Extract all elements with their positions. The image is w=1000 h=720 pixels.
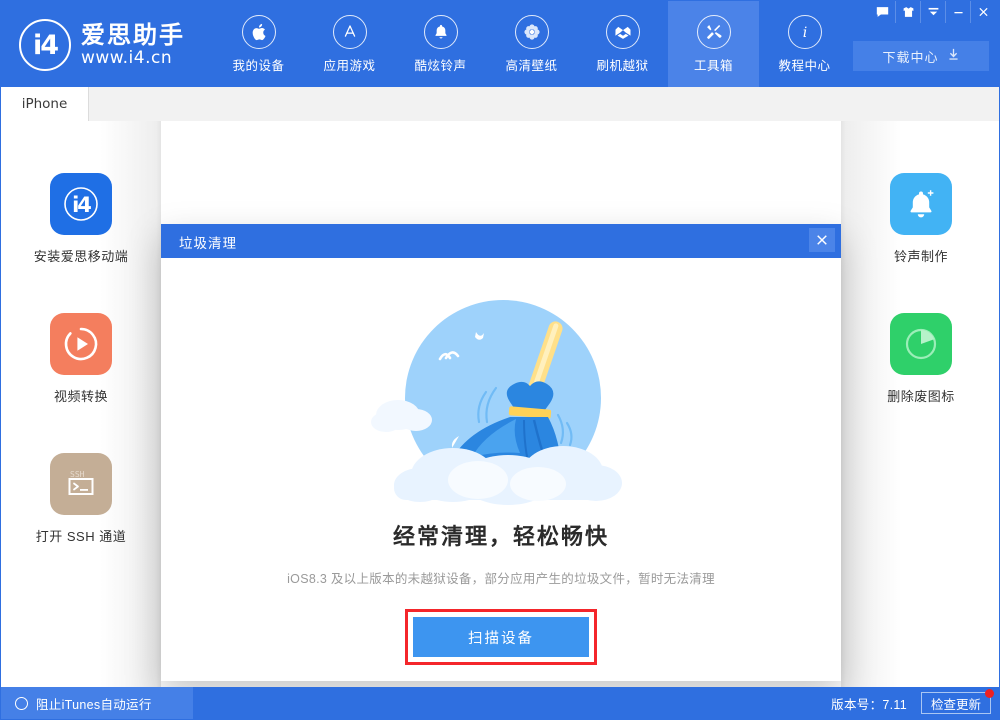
update-badge-dot — [985, 689, 994, 698]
dialog-title: 垃圾清理 — [179, 232, 237, 252]
tab-iphone[interactable]: iPhone — [1, 87, 89, 121]
info-icon: i — [788, 15, 822, 49]
pie-clean-icon — [890, 313, 952, 375]
tool-label: 铃声制作 — [894, 246, 948, 265]
nav-item-tutorials[interactable]: i 教程中心 — [759, 1, 850, 87]
svg-text:SSH: SSH — [70, 470, 85, 479]
nav-label: 教程中心 — [778, 55, 830, 74]
tool-label: 打开 SSH 通道 — [36, 526, 126, 545]
dialog-title-bar: 垃圾清理 — [161, 224, 841, 258]
nav-item-ringtones[interactable]: 酷炫铃声 — [395, 1, 486, 87]
dialog-close-icon[interactable] — [809, 228, 835, 252]
check-update-button[interactable]: 检查更新 — [921, 692, 991, 714]
svg-text:i: i — [802, 25, 807, 41]
nav-label: 高清壁纸 — [505, 55, 557, 74]
feedback-icon[interactable] — [870, 1, 895, 23]
device-tabs: iPhone — [1, 87, 1000, 121]
junk-cleanup-dialog: 垃圾清理 — [161, 224, 841, 681]
tool-label: 视频转换 — [54, 386, 108, 405]
brand-name: 爱思助手 — [81, 22, 185, 50]
nav-label: 刷机越狱 — [596, 55, 648, 74]
dialog-heading: 经常清理，轻松畅快 — [393, 519, 609, 551]
version-label: 版本号：7.11 — [831, 694, 907, 713]
ssh-terminal-icon: SSH — [50, 453, 112, 515]
minimize-to-tray-icon[interactable] — [920, 1, 945, 23]
status-bar: 阻止iTunes自动运行 版本号：7.11 检查更新 — [1, 687, 1000, 719]
left-tool-panel: i4 安装爱思移动端 视频转换 SSH — [1, 121, 161, 698]
dialog-subtitle: iOS8.3 及以上版本的未越狱设备，部分应用产生的垃圾文件，暂时无法清理 — [287, 568, 715, 587]
download-center-label: 下载中心 — [882, 47, 938, 66]
scan-button-highlight: 扫描设备 — [405, 609, 597, 665]
appstore-icon — [333, 15, 367, 49]
app-header: i4 爱思助手 www.i4.cn 我的设备 应用游戏 — [1, 1, 1000, 87]
tool-open-ssh-tunnel[interactable]: SSH 打开 SSH 通道 — [1, 453, 161, 545]
brand-logo-icon: i4 — [19, 19, 71, 71]
bell-plus-icon — [890, 173, 952, 235]
tool-delete-broken-icons[interactable]: 删除废图标 — [841, 313, 1000, 405]
tool-label: 安装爱思移动端 — [34, 246, 129, 265]
tool-label: 删除废图标 — [887, 386, 955, 405]
apple-icon — [242, 15, 276, 49]
broom-cleaning-illustration — [358, 280, 644, 513]
brand: i4 爱思助手 www.i4.cn — [19, 19, 185, 71]
check-update-label: 检查更新 — [931, 694, 981, 713]
nav-label: 酷炫铃声 — [414, 55, 466, 74]
status-right-group: 版本号：7.11 检查更新 — [831, 687, 991, 719]
nav-item-toolbox[interactable]: 工具箱 — [668, 1, 759, 87]
box-icon — [606, 15, 640, 49]
main-nav: 我的设备 应用游戏 酷炫铃声 — [213, 1, 850, 87]
nav-label: 工具箱 — [694, 55, 733, 74]
flower-icon — [515, 15, 549, 49]
tab-label: iPhone — [22, 96, 68, 112]
tabs-filler — [89, 87, 1000, 121]
close-icon[interactable] — [970, 1, 995, 23]
app-window: i4 爱思助手 www.i4.cn 我的设备 应用游戏 — [0, 0, 1000, 720]
download-icon — [947, 48, 960, 64]
minimize-icon[interactable] — [945, 1, 970, 23]
download-center-button[interactable]: 下载中心 — [853, 41, 989, 71]
block-itunes-toggle[interactable]: 阻止iTunes自动运行 — [1, 687, 193, 719]
svg-text:i4: i4 — [72, 193, 91, 217]
content-area: i4 安装爱思移动端 视频转换 SSH — [1, 121, 1000, 698]
nav-item-wallpapers[interactable]: 高清壁纸 — [486, 1, 577, 87]
nav-item-flash-jailbreak[interactable]: 刷机越狱 — [577, 1, 668, 87]
skin-icon[interactable] — [895, 1, 920, 23]
brand-url: www.i4.cn — [81, 49, 185, 68]
window-controls — [870, 1, 995, 23]
radio-circle-icon — [15, 697, 28, 710]
brand-logo-text: i4 — [33, 30, 57, 61]
nav-label: 我的设备 — [232, 55, 284, 74]
dialog-body: 经常清理，轻松畅快 iOS8.3 及以上版本的未越狱设备，部分应用产生的垃圾文件… — [161, 258, 841, 681]
bell-icon — [424, 15, 458, 49]
tool-video-convert[interactable]: 视频转换 — [1, 313, 161, 405]
block-itunes-label: 阻止iTunes自动运行 — [36, 694, 152, 713]
video-play-icon — [50, 313, 112, 375]
nav-label: 应用游戏 — [323, 55, 375, 74]
nav-item-my-device[interactable]: 我的设备 — [213, 1, 304, 87]
i4-app-icon: i4 — [50, 173, 112, 235]
tool-install-i4-mobile[interactable]: i4 安装爱思移动端 — [1, 173, 161, 265]
tool-ringtone-maker[interactable]: 铃声制作 — [841, 173, 1000, 265]
right-tool-panel: 铃声制作 删除废图标 — [841, 121, 1000, 698]
nav-item-apps-games[interactable]: 应用游戏 — [304, 1, 395, 87]
scan-device-button[interactable]: 扫描设备 — [413, 617, 589, 657]
tools-icon — [697, 15, 731, 49]
